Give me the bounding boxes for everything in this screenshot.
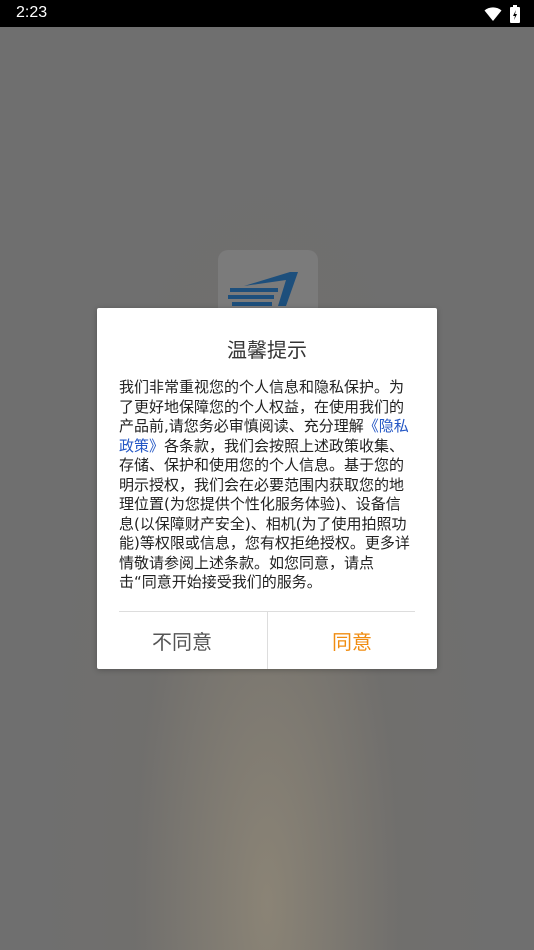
privacy-dialog: 温馨提示 我们非常重视您的个人信息和隐私保护。为了更好地保障您的个人权益，在使用… (97, 308, 437, 669)
body-text-1: 我们非常重视您的个人信息和隐私保护。为了更好地保障您的个人权益，在使用我们的产品… (119, 378, 405, 435)
agree-button[interactable]: 同意 (267, 612, 437, 669)
body-text-2: 各条款，我们会按照上述政策收集、存储、保护和使用您的个人信息。基于您的明示授权，… (119, 436, 410, 592)
status-bar: 2:23 (0, 0, 534, 27)
dialog-body: 我们非常重视您的个人信息和隐私保护。为了更好地保障您的个人权益，在使用我们的产品… (119, 378, 411, 593)
wifi-icon (484, 7, 502, 21)
status-icons (484, 5, 520, 23)
disagree-button[interactable]: 不同意 (97, 612, 268, 669)
status-time: 2:23 (16, 4, 48, 21)
battery-icon (510, 5, 520, 23)
dialog-title: 温馨提示 (227, 338, 307, 362)
